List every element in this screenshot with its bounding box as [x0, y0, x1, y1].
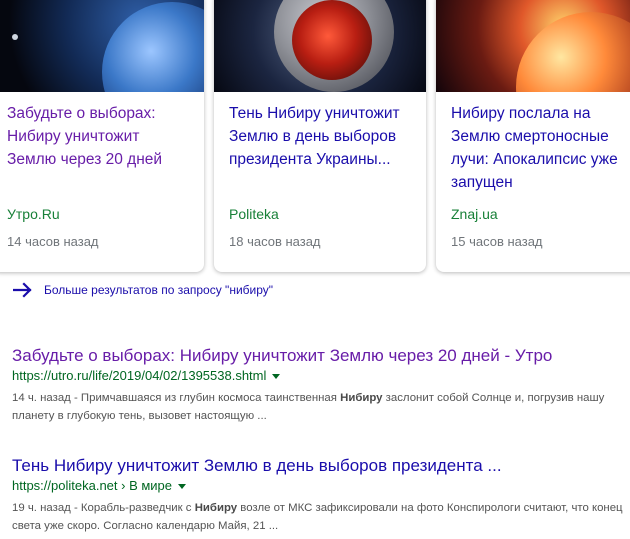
story-source: Znaj.ua: [451, 206, 498, 222]
earth-image[interactable]: [0, 0, 204, 92]
snippet-keyword: Нибиру: [340, 392, 383, 404]
caret-down-icon[interactable]: [272, 373, 281, 379]
earth-planet-icon: [102, 2, 204, 92]
caret-down-icon[interactable]: [178, 483, 187, 489]
story-card-3[interactable]: Нибиру послала на Землю смертоносные луч…: [436, 0, 630, 272]
top-stories-carousel: Забудьте о выборах: Нибиру уничтожит Зем…: [0, 0, 630, 272]
arrow-right-icon: [13, 282, 33, 298]
story-time: 15 часов назад: [451, 234, 543, 249]
story-time: 18 часов назад: [229, 234, 321, 249]
result-title[interactable]: Тень Нибиру уничтожит Землю в день выбор…: [12, 455, 627, 477]
result-title[interactable]: Забудьте о выборах: Нибиру уничтожит Зем…: [12, 345, 627, 367]
story-source: Politeka: [229, 206, 279, 222]
moon-icon: [12, 34, 18, 40]
story-source: Утро.Ru: [7, 206, 60, 222]
search-result: Забудьте о выборах: Нибиру уничтожит Зем…: [12, 345, 627, 425]
result-url[interactable]: https://politeka.net › В мире: [12, 477, 172, 495]
story-time: 14 часов назад: [7, 234, 99, 249]
result-url-row: https://politeka.net › В мире: [12, 477, 627, 495]
burning-planet-icon: [516, 12, 630, 92]
story-card-1[interactable]: Забудьте о выборах: Нибиру уничтожит Зем…: [0, 0, 204, 272]
result-snippet: 14 ч. назад - Примчавшаяся из глубин кос…: [12, 389, 627, 425]
story-card-2[interactable]: Тень Нибиру уничтожит Землю в день выбор…: [214, 0, 426, 272]
planet-eclipse-image[interactable]: [214, 0, 426, 92]
red-planet-icon: [292, 0, 372, 80]
search-results-page: Забудьте о выборах: Нибиру уничтожит Зем…: [0, 0, 630, 539]
result-url-row: https://utro.ru/life/2019/04/02/1395538.…: [12, 367, 627, 385]
search-result: Тень Нибиру уничтожит Землю в день выбор…: [12, 455, 627, 535]
planet-explosion-image[interactable]: [436, 0, 630, 92]
snippet-text: 14 ч. назад - Примчавшаяся из глубин кос…: [12, 392, 341, 404]
story-title[interactable]: Забудьте о выборах: Нибиру уничтожит Зем…: [7, 102, 190, 194]
story-title[interactable]: Тень Нибиру уничтожит Землю в день выбор…: [229, 102, 412, 194]
result-url[interactable]: https://utro.ru/life/2019/04/02/1395538.…: [12, 367, 266, 385]
snippet-keyword: Нибиру: [194, 502, 238, 514]
snippet-text: 19 ч. назад - Корабль-разведчик с: [12, 502, 195, 514]
more-results-link[interactable]: Больше результатов по запросу "нибиру": [13, 282, 273, 298]
more-results-label[interactable]: Больше результатов по запросу "нибиру": [44, 283, 273, 297]
story-title[interactable]: Нибиру послала на Землю смертоносные луч…: [451, 102, 630, 194]
result-snippet: 19 ч. назад - Корабль-разведчик с Нибиру…: [12, 499, 627, 535]
